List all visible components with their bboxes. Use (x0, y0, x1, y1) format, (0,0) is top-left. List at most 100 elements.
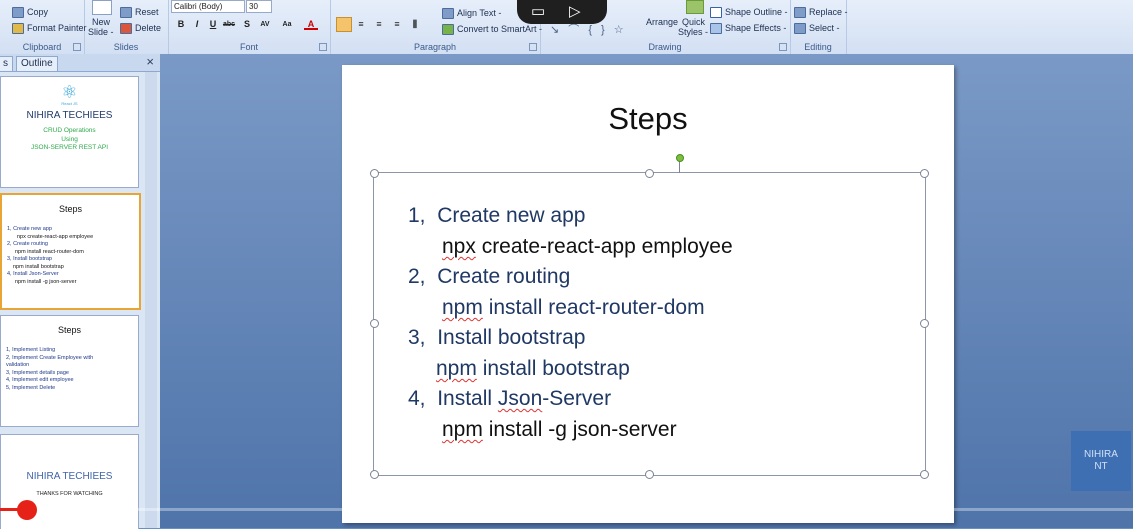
quick-styles-dropdown[interactable]: Styles - (678, 27, 708, 37)
react-logo-icon: ⚛ (61, 82, 78, 102)
justify-icon[interactable]: ≡ (390, 18, 404, 31)
paragraph-label: Paragraph (413, 42, 457, 52)
step-1-command: npx create-react-app employee (442, 235, 733, 258)
thumb2-title: Steps (58, 204, 82, 214)
resize-handle-l[interactable] (370, 319, 379, 328)
font-size-combo[interactable]: 30 (246, 0, 272, 13)
align-center-icon[interactable]: ≡ (354, 18, 368, 31)
slide-thumbnail-2[interactable]: Steps 1, Create new app npx create-react… (0, 193, 141, 310)
editing-group: Replace - Select - Editing (790, 0, 848, 54)
font-label: Font (239, 42, 258, 52)
replace-button[interactable]: Replace - (794, 7, 848, 19)
step-4-command: npm install -g json-server (442, 418, 677, 441)
panel-scrollbar[interactable] (145, 72, 157, 528)
slides-panel: s Outline × ⚛ React JS NIHIRA TECHIEES C… (0, 54, 161, 529)
tab-slides[interactable]: s (0, 56, 13, 71)
resize-handle-tl[interactable] (370, 169, 379, 178)
new-slide-button[interactable]: New (92, 17, 110, 27)
step-2-command: npm install react-router-dom (442, 296, 705, 319)
resize-handle-b[interactable] (645, 470, 654, 479)
resize-handle-bl[interactable] (370, 470, 379, 479)
drawing-launcher[interactable] (779, 43, 787, 51)
clipboard-label: Clipboard (22, 42, 62, 52)
smartart-icon (442, 24, 454, 36)
thumb2-body: 1, Create new app npx create-react-app e… (7, 226, 94, 285)
font-color-button[interactable]: A (304, 18, 318, 30)
convert-smartart-button[interactable]: Convert to SmartArt - (442, 24, 542, 36)
resize-handle-r[interactable] (920, 319, 929, 328)
resize-handle-tr[interactable] (920, 169, 929, 178)
slide[interactable]: Steps 1, Create new app npx create-react… (342, 65, 954, 523)
replace-icon (794, 7, 806, 19)
align-left-button[interactable] (336, 17, 352, 32)
font-launcher[interactable] (319, 43, 327, 51)
drawing-label: Drawing (648, 42, 682, 52)
shadow-button[interactable]: S (240, 18, 254, 31)
video-overlay-controls: ▭ ▷ (517, 0, 607, 24)
step-4: 4, Install Json-Server (408, 387, 612, 410)
paragraph-launcher[interactable] (529, 43, 537, 51)
copy-button[interactable]: Copy (12, 7, 48, 19)
shape-outline-button[interactable]: Shape Outline - (710, 7, 788, 19)
arrange-button[interactable]: Arrange (646, 17, 678, 27)
select-button[interactable]: Select - (794, 23, 840, 35)
thumb3-title: Steps (57, 325, 81, 335)
slides-group: New Slide - Reset Delete Slides (84, 0, 169, 54)
cast-icon[interactable]: ▷ (569, 2, 581, 20)
slide-thumbnail-1[interactable]: ⚛ React JS NIHIRA TECHIEES CRUD Operatio… (0, 76, 139, 188)
tab-outline[interactable]: Outline (16, 56, 58, 71)
video-scrubber-knob[interactable] (17, 500, 37, 520)
align-text-icon (442, 8, 454, 20)
resize-handle-br[interactable] (920, 470, 929, 479)
step-2: 2, Create routing (408, 265, 571, 288)
clipboard-group: Copy Format Painter Clipboard (0, 0, 87, 54)
step-3: 3, Install bootstrap (408, 326, 586, 349)
miniplayer-icon[interactable]: ▭ (531, 2, 545, 20)
step-1: 1, Create new app (408, 204, 586, 227)
step-3-command: npm install bootstrap (436, 357, 630, 380)
channel-watermark[interactable]: NIHIRA NT (1071, 431, 1131, 491)
columns-icon[interactable]: ⫼ (408, 18, 422, 31)
thumb1-react-label: React JS (61, 101, 78, 106)
clipboard-launcher[interactable] (73, 43, 81, 51)
change-case-button[interactable]: Aa (280, 18, 294, 31)
reset-button[interactable]: Reset (120, 7, 159, 19)
reset-icon (120, 7, 132, 19)
copy-icon (12, 7, 24, 19)
italic-button[interactable]: I (190, 18, 204, 31)
thumb3-body: 1, Implement Listing 2, Implement Create… (6, 347, 94, 391)
font-group: Calibri (Body) 30 B I U abc S AV Aa A Fo… (168, 0, 331, 54)
align-right-icon[interactable]: ≡ (372, 18, 386, 31)
align-text-button[interactable]: Align Text - (442, 8, 501, 20)
resize-handle-t[interactable] (645, 169, 654, 178)
delete-button[interactable]: Delete (120, 23, 161, 35)
new-slide-icon (92, 0, 112, 15)
close-panel-icon[interactable]: × (146, 54, 154, 69)
char-spacing-button[interactable]: AV (258, 18, 272, 31)
thumb4-subtitle: THANKS FOR WATCHING (36, 491, 103, 497)
format-painter-button[interactable]: Format Painter (12, 23, 87, 35)
underline-button[interactable]: U (206, 18, 220, 31)
rotation-handle[interactable] (676, 154, 684, 162)
new-slide-dropdown[interactable]: Slide - (88, 27, 114, 37)
quick-styles-button[interactable]: Quick (682, 17, 705, 27)
font-name-combo[interactable]: Calibri (Body) (171, 0, 245, 13)
paintbrush-icon (12, 23, 24, 35)
select-icon (794, 23, 806, 35)
slide-title[interactable]: Steps (342, 101, 954, 137)
bold-button[interactable]: B (174, 18, 188, 31)
strikethrough-button[interactable]: abc (222, 18, 236, 31)
thumb1-subtitle: CRUD Operations Using JSON-SERVER REST A… (30, 127, 109, 151)
paragraph-group: ≡ ≡ ≡ ⫼ Align Text - Convert to SmartArt… (330, 0, 542, 54)
shape-effects-button[interactable]: Shape Effects - (710, 23, 786, 35)
quick-styles-icon (686, 0, 704, 14)
editing-label: Editing (804, 42, 832, 52)
shape-effects-icon (710, 23, 722, 35)
slides-label: Slides (113, 42, 139, 52)
panel-tabs: s Outline × (0, 54, 160, 72)
video-progress-bar[interactable] (0, 508, 1133, 511)
delete-icon (120, 23, 132, 35)
content-textbox[interactable]: 1, Create new app npx create-react-app e… (370, 154, 929, 479)
slide-thumbnail-3[interactable]: Steps 1, Implement Listing 2, Implement … (0, 315, 139, 427)
shape-outline-icon (710, 7, 722, 19)
